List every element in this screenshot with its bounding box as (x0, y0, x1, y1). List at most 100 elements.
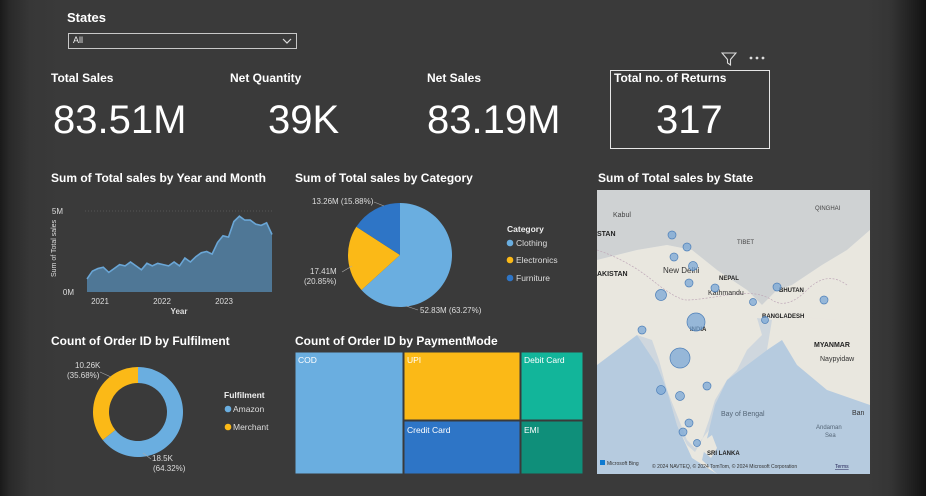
donut-label-merchant-value: 10.26K (75, 361, 101, 370)
kpi-net-quantity-value: 39K (268, 98, 340, 142)
legend-merchant-dot (224, 423, 232, 431)
more-options-icon[interactable] (748, 52, 768, 64)
state-bubble[interactable] (693, 439, 701, 447)
x-tick-2022: 2022 (153, 297, 171, 306)
state-bubble[interactable] (667, 230, 677, 240)
filter-icon[interactable] (721, 51, 737, 67)
state-bubble[interactable] (669, 347, 691, 369)
treemap-upi-label: UPI (407, 355, 421, 365)
pie-leader-clothing (405, 305, 419, 311)
pie-label-furniture: 13.26M (15.88%) (312, 197, 374, 206)
chevron-down-icon (282, 38, 292, 44)
legend-electronics-dot (506, 256, 514, 264)
x-tick-2023: 2023 (215, 297, 233, 306)
state-bubble[interactable] (772, 282, 782, 292)
map-copyright: © 2024 NAVTEQ, © 2024 TomTom, © 2024 Mic… (652, 463, 797, 470)
kpi-returns-value: 317 (656, 98, 723, 142)
map-label-andaman: Andaman (816, 425, 842, 431)
fulfilment-donut (93, 367, 184, 457)
state-bubble[interactable] (749, 298, 757, 306)
sales-by-category-chart[interactable]: 13.26M (15.88%) 17.41M (20.85%) 52.83M (… (296, 190, 586, 320)
legend-merchant-label[interactable]: Merchant (233, 422, 269, 432)
state-bubble[interactable] (819, 295, 829, 305)
state-bubble[interactable] (710, 283, 720, 293)
kpi-returns-card[interactable]: Total no. of Returns 317 (610, 70, 770, 149)
map-label-tibet: TIBET (737, 240, 754, 246)
state-bubble[interactable] (684, 418, 694, 428)
pie-label-electronics-value: 17.41M (310, 267, 337, 276)
pie-leader-furniture (373, 201, 385, 207)
orders-by-fulfilment-chart[interactable]: 10.26K (35.68%) 18.5K (64.32%) Fulfilmen… (55, 355, 295, 475)
sales-by-category-title: Sum of Total sales by Category (295, 171, 473, 185)
state-bubble[interactable] (682, 242, 692, 252)
donut-label-amazon-pct: (64.32%) (153, 464, 186, 473)
map-label-bhutan: BHUTAN (779, 288, 804, 294)
kpi-net-sales-value: 83.19M (427, 98, 561, 142)
y-tick-0m: 0M (63, 288, 74, 297)
legend-clothing-label[interactable]: Clothing (516, 238, 547, 248)
category-legend-title: Category (507, 224, 544, 234)
pie-label-clothing: 52.83M (63.27%) (420, 306, 482, 315)
pie-label-electronics-pct: (20.85%) (304, 277, 337, 286)
map-label-stan: STAN (597, 231, 616, 238)
state-bubble[interactable] (669, 252, 679, 262)
sales-by-month-title: Sum of Total sales by Year and Month (51, 171, 266, 185)
legend-clothing-dot (506, 239, 514, 247)
x-axis-label: Year (171, 307, 188, 316)
kpi-total-sales-label: Total Sales (51, 71, 114, 85)
legend-furniture-dot (506, 274, 514, 282)
legend-furniture-label[interactable]: Furniture (516, 273, 550, 283)
map-label-andaman-sea: Sea (825, 433, 836, 439)
kpi-total-sales-value: 83.51M (53, 98, 187, 142)
orders-by-fulfilment-title: Count of Order ID by Fulfilment (51, 334, 230, 348)
legend-amazon-label[interactable]: Amazon (233, 404, 264, 414)
state-bubble[interactable] (655, 289, 667, 301)
treemap-debit-card-label: Debit Card (524, 355, 565, 365)
fulfilment-legend-title: Fulfilment (224, 390, 265, 400)
treemap-credit-card-label: Credit Card (407, 425, 451, 435)
treemap-emi-label: EMI (524, 425, 539, 435)
dashboard-canvas: States All Total Sales 83.51M Net Quanti… (0, 0, 926, 496)
map-label-kabul: Kabul (613, 212, 631, 219)
sales-by-state-map[interactable]: Kabul QINGHAI TIBET STAN AKISTAN New Del… (597, 190, 870, 474)
area-series (87, 216, 272, 292)
state-bubble[interactable] (678, 427, 688, 437)
treemap-cod-label: COD (298, 355, 317, 365)
state-bubble[interactable] (686, 312, 706, 332)
state-bubble[interactable] (675, 391, 685, 401)
x-tick-2021: 2021 (91, 297, 109, 306)
map-label-nepal: NEPAL (719, 276, 739, 282)
donut-label-merchant-pct: (35.68%) (67, 371, 100, 380)
sales-by-state-title: Sum of Total sales by State (598, 171, 754, 185)
kpi-returns-label: Total no. of Returns (614, 71, 727, 85)
treemap-upi[interactable] (403, 352, 521, 421)
orders-by-paymentmode-treemap[interactable]: COD UPI Debit Card Credit Card EMI (295, 352, 583, 474)
legend-electronics-label[interactable]: Electronics (516, 255, 558, 265)
state-bubble[interactable] (656, 385, 666, 395)
category-pie (348, 203, 452, 307)
state-bubble[interactable] (637, 325, 647, 335)
legend-amazon-dot (224, 405, 232, 413)
states-dropdown[interactable]: All (68, 33, 297, 49)
states-filter-title: States (67, 10, 107, 25)
map-label-naypyidaw: Naypyidaw (820, 356, 855, 363)
orders-by-paymentmode-title: Count of Order ID by PaymentMode (295, 334, 498, 348)
state-bubble[interactable] (702, 381, 712, 391)
state-bubble[interactable] (761, 316, 769, 324)
sales-by-month-chart[interactable]: 5M 0M Sum of Total sales 2021 2022 2023 … (45, 195, 280, 320)
donut-slice-merchant[interactable] (93, 367, 138, 440)
treemap-cod[interactable] (295, 352, 404, 474)
map-label-sri-lanka: SRI LANKA (707, 451, 740, 457)
bing-logo-icon (600, 460, 605, 465)
map-label-ban: Ban (852, 410, 865, 417)
map-label-qinghai: QINGHAI (815, 206, 841, 212)
map-terms-link[interactable]: Terms (835, 464, 849, 470)
kpi-net-sales-label: Net Sales (427, 71, 482, 85)
map-label-bay-of-bengal: Bay of Bengal (721, 411, 765, 418)
states-dropdown-value: All (73, 35, 84, 45)
donut-label-amazon-value: 18.5K (152, 454, 174, 463)
map-label-myanmar: MYANMAR (814, 342, 850, 349)
state-bubble[interactable] (688, 261, 698, 271)
state-bubble[interactable] (684, 278, 694, 288)
y-tick-5m: 5M (52, 207, 63, 216)
